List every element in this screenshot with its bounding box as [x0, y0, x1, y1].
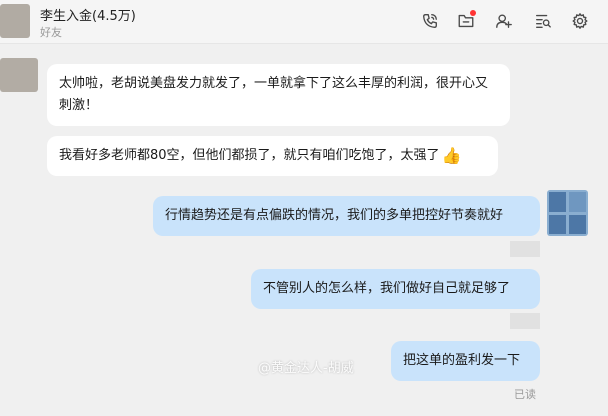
chat-header: 李生入金(4.5万) 好友	[0, 0, 608, 44]
contact-subtitle: 好友	[40, 26, 62, 39]
message-bubble-incoming[interactable]: 太帅啦，老胡说美盘发力就发了，一单就拿下了这么丰厚的利润，很开心又刺激！	[47, 64, 510, 126]
read-status: 已读	[514, 388, 536, 401]
add-contact-icon[interactable]	[494, 11, 514, 31]
notification-dot	[470, 10, 476, 16]
message-text: 把这单的盈利发一下	[403, 353, 521, 368]
watermark: @黄金达人-胡威	[258, 361, 354, 376]
message-status-placeholder	[510, 241, 540, 257]
message-status-placeholder	[510, 313, 540, 329]
folder-icon[interactable]	[456, 10, 476, 31]
settings-icon[interactable]	[570, 11, 590, 31]
phone-icon[interactable]	[420, 11, 440, 31]
message-bubble-outgoing[interactable]: 行情趋势还是有点偏跌的情况，我们的多单把控好节奏就好	[153, 196, 540, 236]
message-text: 我看好多老师都80空，但他们都损了，就只有咱们吃饱了，太强了	[59, 148, 440, 163]
message-bubble-outgoing[interactable]: 不管别人的怎么样，我们做好自己就足够了	[251, 269, 540, 309]
contact-avatar[interactable]	[0, 4, 30, 38]
message-bubble-outgoing[interactable]: 把这单的盈利发一下	[391, 341, 540, 381]
message-text: 不管别人的怎么样，我们做好自己就足够了	[263, 281, 511, 296]
sender-avatar[interactable]	[0, 58, 38, 92]
message-text: 太帅啦，老胡说美盘发力就发了，一单就拿下了这么丰厚的利润，很开心又刺激！	[59, 76, 489, 113]
search-history-icon[interactable]	[533, 11, 553, 31]
thumbs-up-icon: 👍	[441, 146, 462, 165]
my-avatar[interactable]	[547, 190, 588, 236]
message-text: 行情趋势还是有点偏跌的情况，我们的多单把控好节奏就好	[165, 208, 504, 223]
contact-name[interactable]: 李生入金(4.5万)	[40, 5, 136, 24]
message-bubble-incoming[interactable]: 我看好多老师都80空，但他们都损了，就只有咱们吃饱了，太强了 👍	[47, 136, 498, 176]
